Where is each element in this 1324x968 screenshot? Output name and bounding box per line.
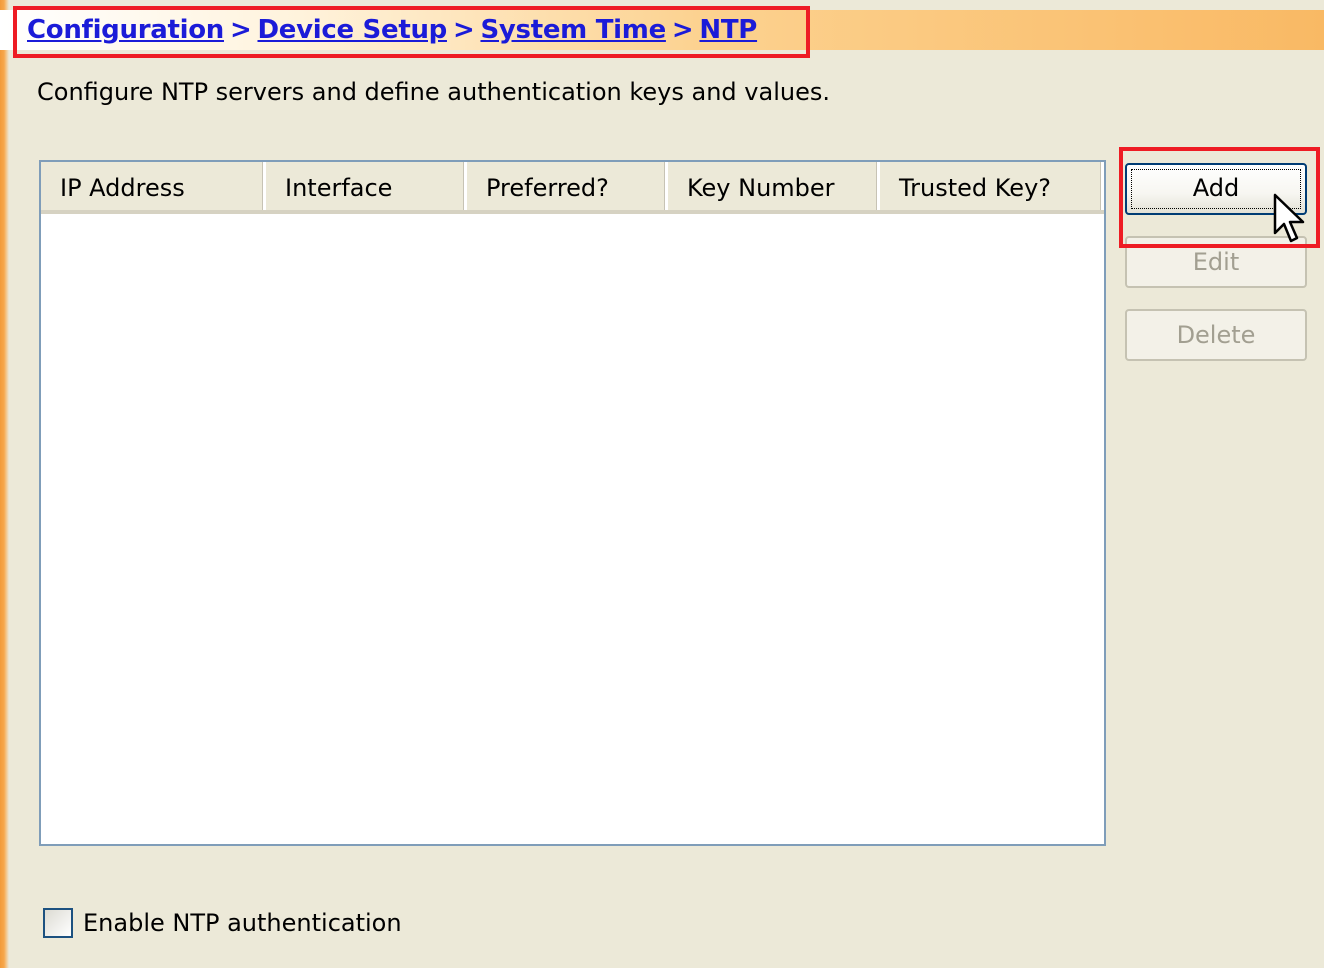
breadcrumb-highlight-box	[13, 6, 810, 58]
left-accent-bar	[0, 0, 9, 968]
enable-ntp-authentication-label: Enable NTP authentication	[83, 909, 402, 937]
page-description: Configure NTP servers and define authent…	[37, 78, 830, 106]
mouse-pointer-icon	[1273, 193, 1305, 243]
delete-button[interactable]: Delete	[1125, 309, 1307, 361]
ntp-servers-table[interactable]: IP Address Interface Preferred? Key Numb…	[39, 160, 1106, 846]
enable-ntp-authentication-row[interactable]: Enable NTP authentication	[43, 905, 402, 941]
ntp-config-page: Configuration > Device Setup > System Time > N…	[0, 0, 1324, 968]
column-header-interface[interactable]: Interface	[266, 162, 467, 210]
column-header-trusted-key[interactable]: Trusted Key?	[880, 162, 1104, 210]
delete-button-label: Delete	[1176, 321, 1256, 349]
edit-button-label: Edit	[1192, 248, 1240, 276]
column-header-preferred[interactable]: Preferred?	[467, 162, 668, 210]
table-header: IP Address Interface Preferred? Key Numb…	[41, 162, 1104, 214]
enable-ntp-authentication-checkbox[interactable]	[43, 908, 73, 938]
column-header-key-number[interactable]: Key Number	[668, 162, 880, 210]
table-body[interactable]	[41, 214, 1104, 844]
column-header-ip-address[interactable]: IP Address	[41, 162, 266, 210]
